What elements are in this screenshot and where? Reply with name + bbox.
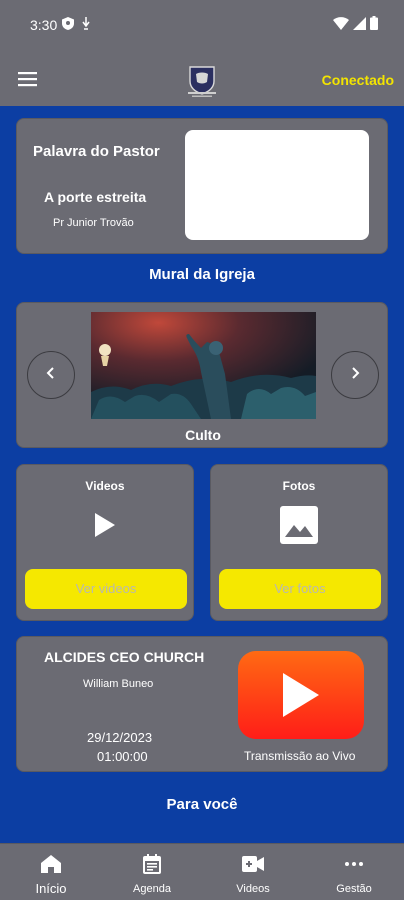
- photos-card: Fotos Ver fotos: [210, 464, 388, 621]
- live-church-title: ALCIDES CEO CHURCH: [44, 649, 205, 665]
- pastor-media-placeholder[interactable]: [185, 130, 369, 240]
- photos-card-title: Fotos: [282, 479, 316, 493]
- nav-label: Gestão: [336, 883, 372, 895]
- nav-item-agenda[interactable]: Agenda: [112, 852, 192, 895]
- live-host-name: William Buneo: [83, 678, 154, 690]
- nav-label: Início: [35, 881, 67, 896]
- for-you-section-title: Para você: [166, 796, 238, 813]
- shield-icon: [62, 17, 74, 35]
- signal-icon: [353, 16, 366, 35]
- nav-item-videos[interactable]: Videos: [213, 852, 293, 895]
- live-stream-label: Transmissão ao Vivo: [244, 749, 356, 763]
- chevron-right-icon: [349, 366, 361, 385]
- view-photos-button[interactable]: Ver fotos: [219, 569, 381, 609]
- carousel-prev-button[interactable]: [27, 351, 75, 399]
- mural-image[interactable]: [91, 312, 316, 419]
- carousel-next-button[interactable]: [331, 351, 379, 399]
- image-icon: [279, 505, 319, 545]
- pastor-word-card[interactable]: Palavra do Pastor A porte estreita Pr Ju…: [16, 118, 388, 254]
- videos-card-title: Videos: [85, 479, 125, 493]
- menu-icon[interactable]: [16, 69, 40, 89]
- video-camera-icon: [213, 852, 293, 876]
- mural-carousel: Culto: [16, 302, 388, 448]
- status-time: 3:30: [30, 17, 58, 33]
- live-date: 29/12/2023: [87, 730, 153, 745]
- notification-icon: [82, 17, 90, 35]
- play-icon: [85, 505, 125, 545]
- live-time: 01:00:00: [97, 749, 148, 764]
- mural-caption: Culto: [185, 427, 221, 443]
- calendar-icon: [112, 852, 192, 876]
- nav-item-inicio[interactable]: Início: [11, 852, 91, 896]
- pastor-card-subtitle: A porte estreita: [44, 189, 147, 205]
- connection-status: Conectado: [321, 72, 394, 88]
- live-stream-card[interactable]: ALCIDES CEO CHURCH William Buneo 29/12/2…: [16, 636, 388, 772]
- youtube-play-icon[interactable]: [238, 651, 364, 739]
- bottom-navigation: Início Agenda Videos Gestão: [0, 843, 404, 900]
- app-bar: Conectado: [0, 52, 404, 106]
- nav-item-gestao[interactable]: Gestão: [314, 852, 394, 895]
- nav-label: Videos: [236, 883, 270, 895]
- chevron-left-icon: [45, 366, 57, 385]
- nav-label: Agenda: [133, 883, 171, 895]
- wifi-icon: [333, 16, 349, 35]
- more-dots-icon: [314, 852, 394, 876]
- battery-icon: [370, 16, 378, 35]
- home-icon: [11, 852, 91, 876]
- mural-section-title: Mural da Igreja: [149, 266, 255, 283]
- status-bar: 3:30: [0, 0, 404, 52]
- pastor-name: Pr Junior Trovão: [53, 217, 134, 229]
- videos-card: Videos Ver videos: [16, 464, 194, 621]
- pastor-card-title: Palavra do Pastor: [33, 143, 160, 160]
- church-logo: [184, 64, 220, 98]
- view-videos-button[interactable]: Ver videos: [25, 569, 187, 609]
